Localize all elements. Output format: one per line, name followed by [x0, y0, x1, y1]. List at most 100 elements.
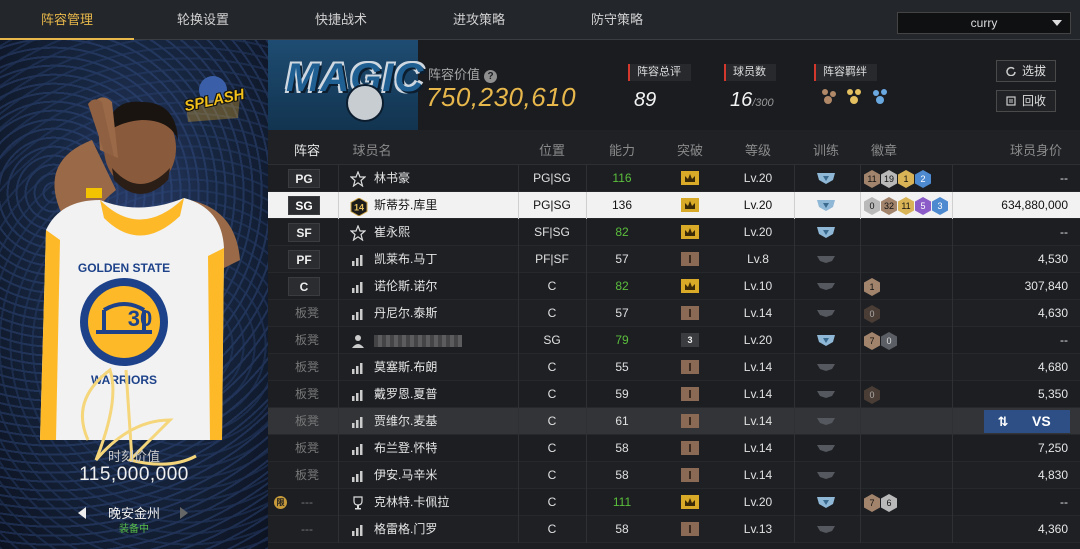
- badge-hex-icon: 11: [864, 170, 880, 188]
- badges-group[interactable]: 0 32 11 5 3: [864, 196, 949, 215]
- bond-icons[interactable]: [814, 87, 892, 110]
- training-inactive-icon[interactable]: [816, 388, 836, 401]
- training-inactive-icon[interactable]: [816, 415, 836, 428]
- tab-offense-strategy[interactable]: 进攻策略: [410, 0, 548, 40]
- training-inactive-icon[interactable]: [816, 361, 836, 374]
- col-position[interactable]: 位置: [532, 140, 572, 159]
- training-inactive-icon[interactable]: [816, 523, 836, 536]
- jersey-number-text: 30: [128, 306, 152, 331]
- tab-lineup-management[interactable]: 阵容管理: [0, 0, 134, 40]
- player-name[interactable]: 格雷格.门罗: [374, 516, 437, 543]
- training-inactive-icon[interactable]: [816, 307, 836, 320]
- table-row[interactable]: SF 崔永熙 SF|SG 82 Lv.20 --: [268, 219, 1080, 246]
- player-tier-person-icon: [350, 333, 366, 349]
- badges-group[interactable]: 1: [864, 277, 881, 296]
- training-active-icon[interactable]: [816, 226, 836, 239]
- training-inactive-icon[interactable]: [816, 442, 836, 455]
- column-divider: [338, 435, 339, 462]
- col-training[interactable]: 训练: [806, 140, 846, 159]
- player-value: 4,530: [1037, 252, 1068, 266]
- player-ability: 59: [615, 387, 629, 401]
- player-name[interactable]: 布兰登.怀特: [374, 435, 437, 462]
- player-name[interactable]: 林书豪: [374, 165, 410, 192]
- table-row[interactable]: 板凳 戴罗恩.夏普 C 59 Lv.14 0 5,350: [268, 381, 1080, 408]
- table-row[interactable]: 板凳 SG 79 3 Lv.20 70 --: [268, 327, 1080, 354]
- bench-slot-label: 板凳: [294, 333, 319, 347]
- player-name[interactable]: 伊安.马辛米: [374, 462, 437, 489]
- col-player-name[interactable]: 球员名: [352, 140, 392, 159]
- player-ability: 116: [612, 171, 632, 185]
- player-name[interactable]: 克林特.卡佩拉: [374, 489, 449, 516]
- badges-group[interactable]: 70: [864, 331, 898, 350]
- badges-group[interactable]: 0: [864, 304, 881, 323]
- training-inactive-icon[interactable]: [816, 469, 836, 482]
- column-divider: [860, 354, 861, 381]
- table-row[interactable]: 板凳 贾维尔.麦基 C 61 Lv.14 ⇅ VS: [268, 408, 1080, 435]
- table-row[interactable]: 板凳 丹尼尔.泰斯 C 57 Lv.14 0 4,630: [268, 300, 1080, 327]
- player-name[interactable]: 丹尼尔.泰斯: [374, 300, 437, 327]
- column-divider: [794, 408, 795, 435]
- player-tier-bars-icon: [350, 522, 366, 538]
- badge-hex-icon: 7: [864, 494, 880, 512]
- table-row[interactable]: C 诺伦斯.诺尔 C 82 Lv.10 1 307,840: [268, 273, 1080, 300]
- badges-group[interactable]: 76: [864, 493, 898, 512]
- tab-quick-tactics[interactable]: 快捷战术: [272, 0, 410, 40]
- col-level[interactable]: 等级: [738, 140, 778, 159]
- next-card-arrow-icon[interactable]: [180, 507, 188, 519]
- player-dropdown[interactable]: curry: [897, 12, 1071, 34]
- position-slot-badge[interactable]: SG: [288, 196, 320, 215]
- table-row[interactable]: 板凳 莫塞斯.布朗 C 55 Lv.14 4,680: [268, 354, 1080, 381]
- badge-hex-icon: 19: [881, 170, 897, 188]
- training-inactive-icon[interactable]: [816, 280, 836, 293]
- bond-bronze-icon[interactable]: [820, 87, 838, 105]
- player-name[interactable]: 崔永熙: [374, 219, 410, 246]
- bond-blue-icon[interactable]: [871, 87, 889, 105]
- col-player-value[interactable]: 球员身价: [992, 140, 1062, 159]
- player-name[interactable]: 莫塞斯.布朗: [374, 354, 437, 381]
- bond-gold-icon[interactable]: [845, 87, 863, 105]
- player-name[interactable]: 凯莱布.马丁: [374, 246, 437, 273]
- position-slot-badge[interactable]: PF: [288, 250, 320, 269]
- training-active-icon[interactable]: [816, 199, 836, 212]
- player-name[interactable]: 斯蒂芬.库里: [374, 192, 437, 219]
- table-row[interactable]: SG 14 斯蒂芬.库里 PG|SG 136 Lv.20 0 32 11 5 3 634…: [268, 192, 1080, 219]
- position-slot-badge[interactable]: C: [288, 277, 320, 296]
- position-slot-badge[interactable]: SF: [288, 223, 320, 242]
- training-active-icon[interactable]: [816, 334, 836, 347]
- recycle-button[interactable]: 回收: [996, 90, 1056, 112]
- training-active-icon[interactable]: [816, 496, 836, 509]
- table-row[interactable]: PF 凯莱布.马丁 PF|SF 57 Lv.8 4,530: [268, 246, 1080, 273]
- tab-defense-strategy[interactable]: 防守策略: [548, 0, 686, 40]
- training-inactive-icon[interactable]: [816, 253, 836, 266]
- tab-rotation-settings[interactable]: 轮换设置: [134, 0, 272, 40]
- table-row[interactable]: --- 格雷格.门罗 C 58 Lv.13 4,360: [268, 516, 1080, 543]
- col-lineup[interactable]: 阵容: [288, 140, 326, 159]
- table-row[interactable]: --- 限 克林特.卡佩拉 C 111 Lv.20 76 --: [268, 489, 1080, 516]
- table-row[interactable]: PG 林书豪 PG|SG 116 Lv.20 11 19 1 2 --: [268, 165, 1080, 192]
- player-card[interactable]: GOLDEN STATE WARRIORS 30 SPLASH 时刻价值 115…: [0, 40, 268, 549]
- table-row[interactable]: 板凳 布兰登.怀特 C 58 Lv.14 7,250: [268, 435, 1080, 462]
- table-header: 阵容 球员名 位置 能力 突破 等级 训练 徽章 球员身价: [268, 130, 1080, 165]
- col-badges[interactable]: 徽章: [864, 140, 904, 159]
- col-breakthrough[interactable]: 突破: [670, 140, 710, 159]
- column-divider: [338, 462, 339, 489]
- badge-hex-icon: 1: [864, 278, 880, 296]
- col-ability[interactable]: 能力: [602, 140, 642, 159]
- player-position: C: [547, 306, 557, 320]
- column-divider: [338, 381, 339, 408]
- moment-value-label: 时刻价值: [107, 449, 160, 464]
- badges-group[interactable]: 0: [864, 385, 881, 404]
- table-row[interactable]: 板凳 伊安.马辛米 C 58 Lv.14 4,830: [268, 462, 1080, 489]
- badges-group[interactable]: 11 19 1 2: [864, 169, 932, 188]
- select-button[interactable]: 选拔: [996, 60, 1056, 82]
- player-name[interactable]: 诺伦斯.诺尔: [374, 273, 437, 300]
- position-slot-badge[interactable]: PG: [288, 169, 320, 188]
- dropdown-value: curry: [970, 16, 998, 30]
- player-name[interactable]: 戴罗恩.夏普: [374, 381, 437, 408]
- player-name[interactable]: 贾维尔.麦基: [374, 408, 437, 435]
- badge-hex-icon: 0: [881, 332, 897, 350]
- training-active-icon[interactable]: [816, 172, 836, 185]
- moment-value: 115,000,000: [79, 464, 189, 485]
- swap-vs-button[interactable]: ⇅ VS: [984, 410, 1070, 433]
- lineup-value-label: 阵容价值?: [428, 64, 498, 83]
